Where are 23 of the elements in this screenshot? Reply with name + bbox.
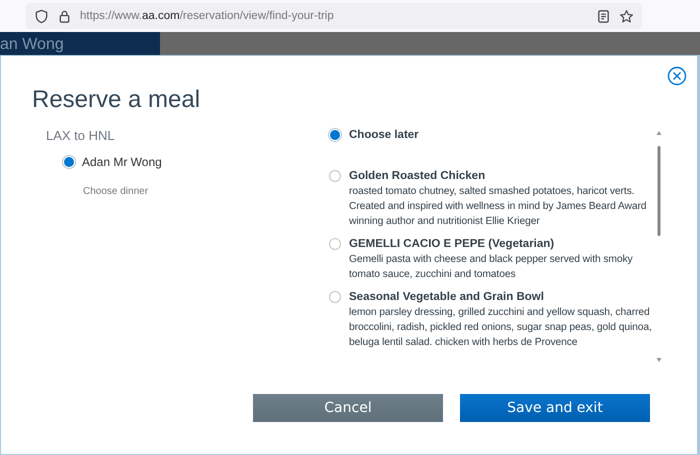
radio-button[interactable] [329,291,341,303]
meal-name[interactable]: GEMELLI CACIO E PEPE (Vegetarian) [349,237,653,252]
meal-name[interactable]: Choose later [349,128,419,143]
reader-view-icon[interactable] [596,8,611,24]
star-icon[interactable] [619,8,634,24]
address-bar[interactable]: https://www.aa.com/reservation/view/find-your-trip [26,3,642,29]
route-label: LAX to HNL [46,128,116,143]
meal-description: lemon parsley dressing, grilled zucchini and yellow squash, charred broccolini, radish, pickled red onions, sugar snap peas, gold quinoa, beluga lentil salad. chicken with herbs de Provence [349,306,653,350]
meal-description: Gemelli pasta with cheese and black pepper served with smoky tomato sauce, zucchini and tomatoes [349,253,634,282]
close-icon[interactable] [667,66,687,86]
passenger-label[interactable]: Adan Mr Wong [82,155,162,169]
radio-button[interactable] [329,238,341,250]
passenger-name: an Wong [0,35,64,55]
meal-description: roasted tomato chutney, salted smashed potatoes, haricot verts. Created and inspired with wellness in mind by James Beard Award winning author and nutritionist Ellie Krieger [349,185,648,229]
dialog-title: Reserve a meal [32,86,202,114]
meal-prompt: Choose dinner [83,186,150,197]
meal-name[interactable]: Seasonal Vegetable and Grain Bowl [349,290,653,305]
meal-name[interactable]: Golden Roasted Chicken [349,169,653,184]
save-button[interactable]: Save and exit [460,394,650,422]
cancel-button[interactable]: Cancel [253,394,443,422]
shield-icon [34,8,49,24]
radio-button[interactable] [329,170,341,182]
lock-icon [57,8,72,24]
